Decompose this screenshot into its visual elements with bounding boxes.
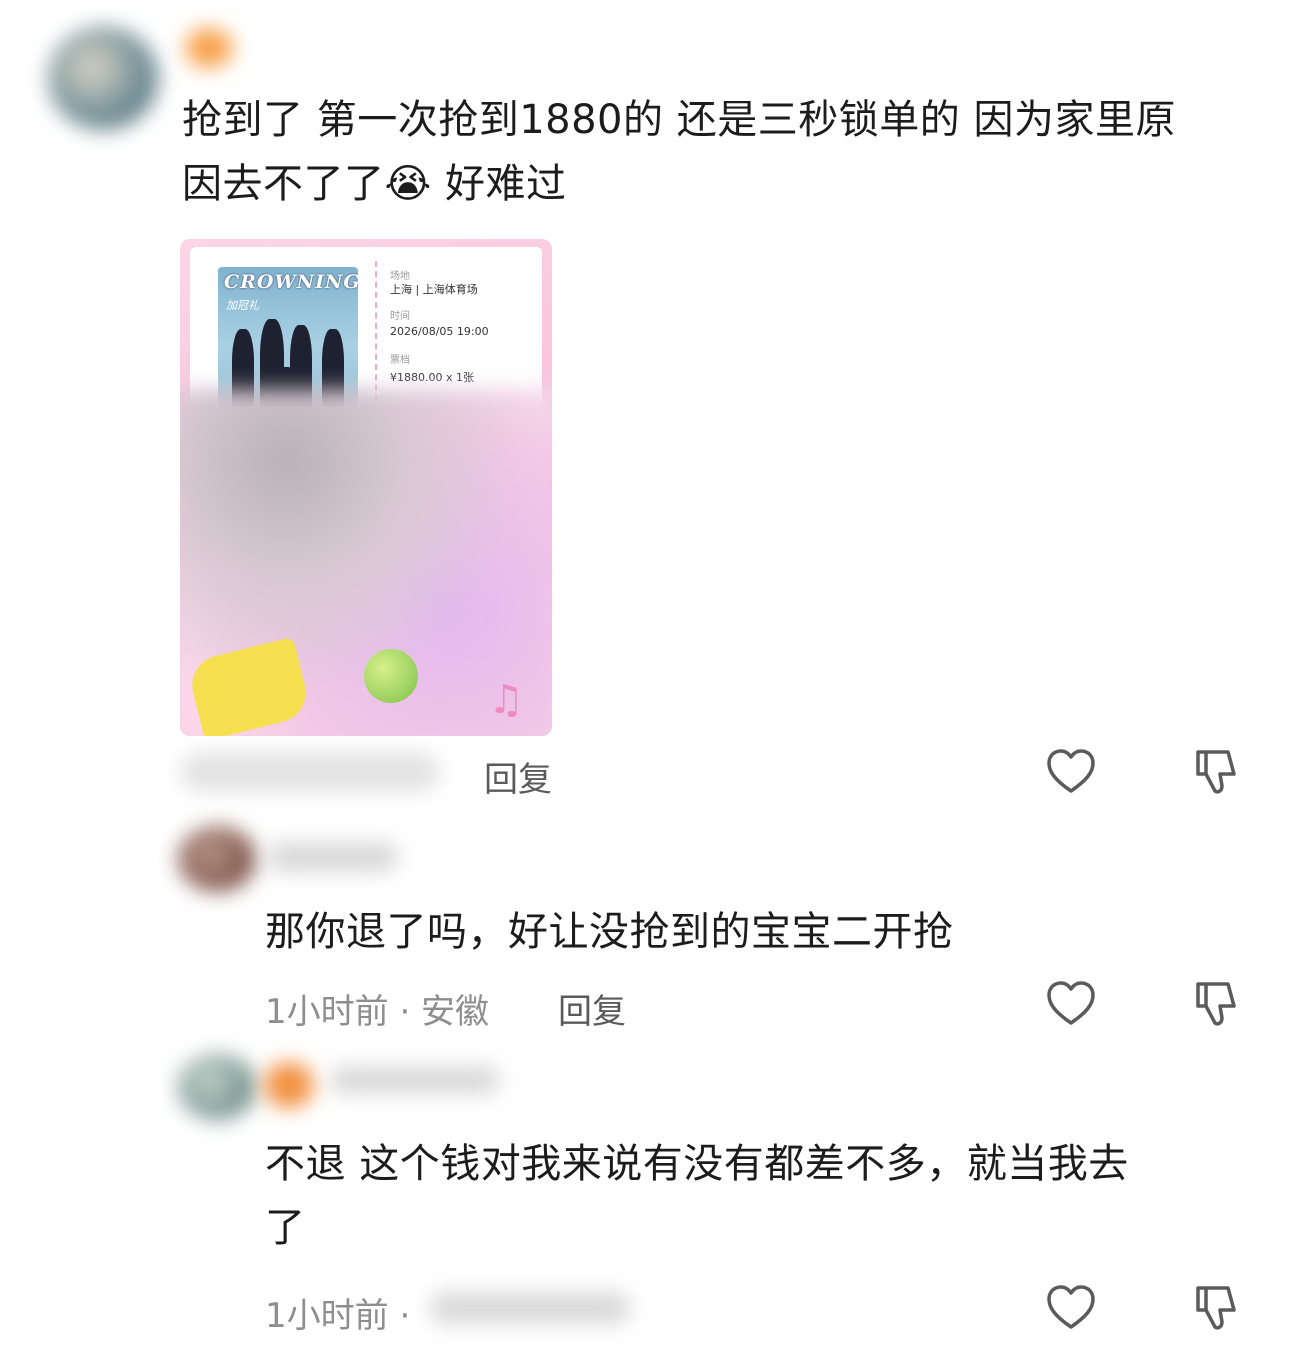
dislike-button[interactable] xyxy=(1188,1280,1244,1336)
like-button[interactable] xyxy=(1043,1280,1099,1336)
comment-text: 不退 这个钱对我来说有没有都差不多，就当我去 了 xyxy=(265,1132,1265,1260)
thumbs-down-outline-icon xyxy=(1196,1286,1236,1330)
thumbs-down-outline-icon xyxy=(1196,982,1236,1026)
poster-image: CROWNING 加冠礼 xyxy=(218,267,358,407)
username-blurred xyxy=(330,1066,500,1094)
reply-button[interactable]: 回复 xyxy=(558,984,626,1033)
comment-meta: 1小时前 · xyxy=(265,1296,411,1336)
ticket-image[interactable]: CROWNING 加冠礼 场地 上海 | 上海体育场 时间 2026/08/05… xyxy=(180,239,552,736)
venue-value: 上海 | 上海体育场 xyxy=(390,283,478,296)
price-label: 票档 xyxy=(390,355,410,366)
dislike-button[interactable] xyxy=(1188,976,1244,1032)
comment-meta: 1小时前 · 安徽 xyxy=(265,992,490,1032)
decor-ball xyxy=(364,649,418,703)
avatar[interactable] xyxy=(178,826,256,892)
heart-outline-icon xyxy=(1047,981,1095,1025)
comment-line: 不退 这个钱对我来说有没有都差不多，就当我去 xyxy=(265,1141,1129,1187)
username-badge xyxy=(264,1062,314,1108)
time-value: 2026/08/05 19:00 xyxy=(390,325,489,338)
heart-outline-icon xyxy=(1047,1285,1095,1329)
price-value: ¥1880.00 x 1张 xyxy=(390,371,474,384)
reply-button[interactable]: 回复 xyxy=(484,752,552,801)
comment-line: 了 xyxy=(265,1205,306,1251)
thumbs-down-outline-icon xyxy=(1196,750,1236,794)
username-blurred xyxy=(268,842,398,872)
avatar[interactable] xyxy=(48,26,158,130)
like-button[interactable] xyxy=(1043,744,1099,800)
username-badge xyxy=(185,28,233,68)
poster-subtitle: 加冠礼 xyxy=(226,299,259,312)
poster-title: CROWNING xyxy=(224,271,358,293)
meta-blurred xyxy=(430,1292,630,1324)
comment-line: 抢到了 第一次抢到1880的 还是三秒锁单的 因为家里原 xyxy=(182,97,1176,143)
heart-outline-icon xyxy=(1047,749,1095,793)
ticket-divider xyxy=(375,261,377,401)
like-button[interactable] xyxy=(1043,976,1099,1032)
dislike-button[interactable] xyxy=(1188,744,1244,800)
venue-label: 场地 xyxy=(390,271,410,282)
comment-meta-blurred xyxy=(180,752,440,792)
time-label: 时间 xyxy=(390,311,410,322)
music-note-icon: ♫ xyxy=(488,677,524,723)
comment-text: 那你退了吗，好让没抢到的宝宝二开抢 xyxy=(265,909,954,955)
comment-line: 因去不了了😭 好难过 xyxy=(182,161,567,207)
comment-text: 抢到了 第一次抢到1880的 还是三秒锁单的 因为家里原 因去不了了😭 好难过 xyxy=(182,88,1262,216)
avatar[interactable] xyxy=(178,1054,256,1120)
